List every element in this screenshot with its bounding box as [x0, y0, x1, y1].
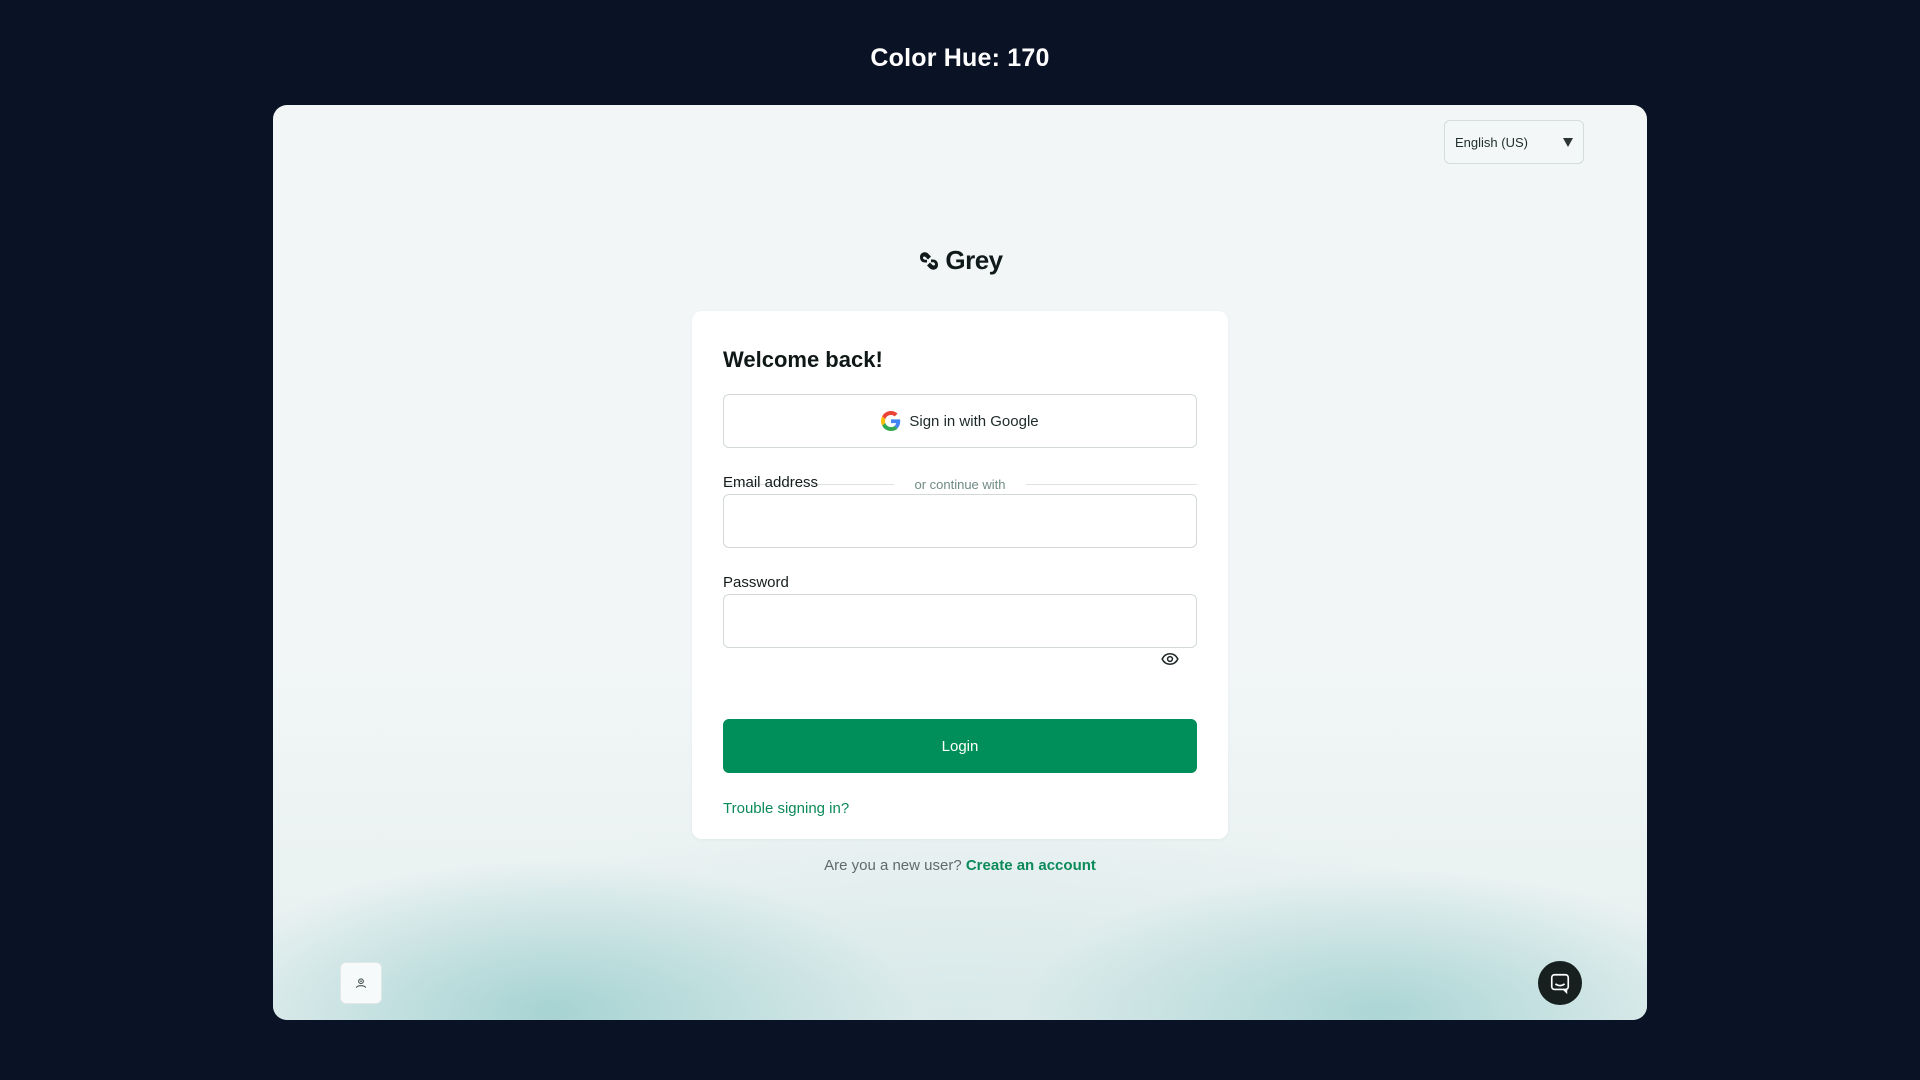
google-sign-in-button[interactable]: Sign in with Google	[723, 394, 1197, 448]
card-title: Welcome back!	[723, 347, 883, 372]
login-button[interactable]: Login	[723, 719, 1197, 773]
chat-launcher-button[interactable]	[1538, 961, 1582, 1005]
login-card: Welcome back! Sign in with Google or con…	[692, 311, 1228, 839]
google-sign-in-label: Sign in with Google	[909, 412, 1039, 430]
brand-name: Grey	[945, 245, 1003, 275]
page-caption: Color Hue: 170	[870, 44, 1050, 72]
trouble-signing-in-link[interactable]: Trouble signing in?	[723, 800, 849, 817]
google-g-icon	[881, 411, 901, 431]
create-account-link[interactable]: Create an account	[966, 857, 1096, 874]
language-select-value: English (US)	[1455, 134, 1528, 150]
user-profile-icon	[355, 978, 367, 988]
chat-bubble-icon	[1550, 973, 1570, 994]
caret-down-icon	[1563, 137, 1573, 147]
signup-prompt: Are you a new user? Create an account	[273, 857, 1647, 874]
new-user-text: Are you a new user?	[824, 857, 962, 874]
divider-line	[1025, 483, 1197, 485]
login-page-frame: English (US) Grey Welcome back! Sign in …	[273, 105, 1647, 1020]
profile-button[interactable]	[340, 962, 382, 1004]
brand-logo: Grey	[273, 245, 1647, 276]
email-label: Email address	[723, 474, 819, 491]
password-visibility-toggle[interactable]	[1160, 649, 1180, 669]
divider-text: or continue with	[914, 476, 1006, 492]
email-field[interactable]	[723, 494, 1197, 548]
password-field[interactable]	[723, 594, 1197, 648]
password-label: Password	[723, 574, 789, 591]
grey-logo-icon	[920, 251, 939, 270]
language-select[interactable]: English (US)	[1444, 120, 1584, 164]
eye-icon	[1161, 652, 1179, 666]
